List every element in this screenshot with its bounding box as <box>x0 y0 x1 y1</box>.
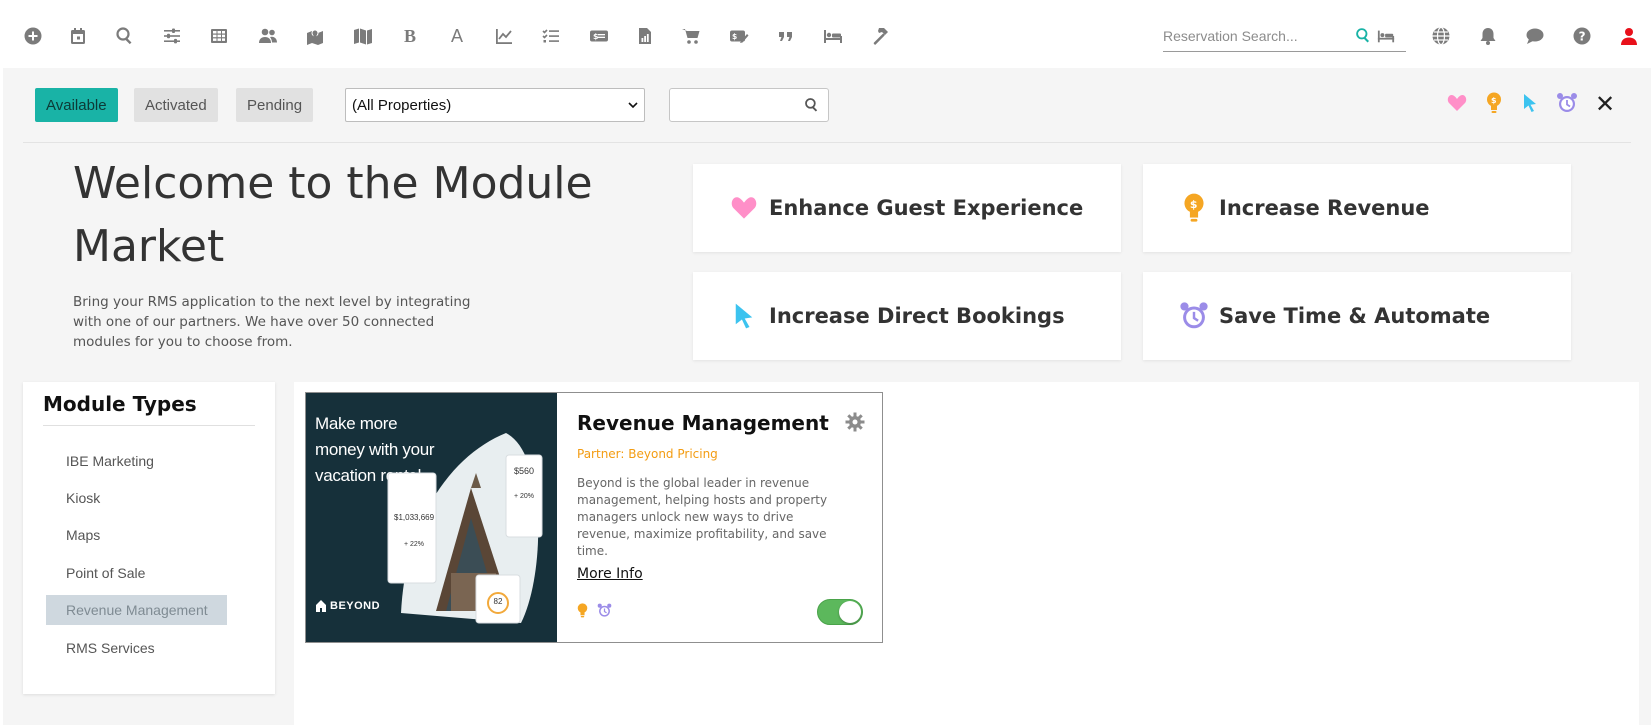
category-label: Increase Revenue <box>1219 196 1430 220</box>
sliders-icon[interactable] <box>160 24 184 48</box>
user-icon[interactable] <box>1617 24 1641 48</box>
chat-icon[interactable] <box>1523 24 1547 48</box>
lightbulb-icon: $ <box>1179 193 1209 223</box>
pointer-icon <box>729 301 759 331</box>
svg-text:?: ? <box>1579 30 1586 44</box>
heart-icon <box>729 193 759 223</box>
category-label: Increase Direct Bookings <box>769 304 1065 328</box>
bold-icon[interactable]: B <box>398 24 422 48</box>
welcome-description: Bring your RMS application to the next l… <box>73 294 471 350</box>
pointer-icon[interactable] <box>1518 91 1542 115</box>
payment-icon[interactable]: $ <box>727 24 751 48</box>
toggle-knob <box>839 601 861 623</box>
module-type-point-of-sale[interactable]: Point of Sale <box>46 558 227 588</box>
module-types-panel: Module Types IBE Marketing Kiosk Maps Po… <box>23 382 275 694</box>
property-select-value: (All Properties) <box>352 96 452 114</box>
beyond-logo-text: BEYOND <box>330 600 381 612</box>
module-partner: Partner: Beyond Pricing <box>577 447 718 461</box>
category-card-increase-revenue[interactable]: $ Increase Revenue <box>1143 164 1571 252</box>
divider <box>43 425 255 426</box>
module-enabled-toggle[interactable] <box>817 599 863 625</box>
close-button[interactable]: ✕ <box>1595 90 1615 118</box>
quote-icon[interactable] <box>774 24 798 48</box>
module-type-maps[interactable]: Maps <box>46 520 227 550</box>
chevron-down-icon <box>628 97 638 114</box>
font-icon[interactable]: A <box>445 24 469 48</box>
filter-bar: Available Activated Pending (All Propert… <box>23 68 1631 143</box>
cart-icon[interactable] <box>679 24 703 48</box>
stat-total-revenue: $1,033,669 <box>394 513 435 522</box>
bell-icon[interactable] <box>1476 24 1500 48</box>
reservation-search <box>1163 24 1406 52</box>
file-invoice-icon[interactable] <box>633 24 657 48</box>
module-description: Beyond is the global leader in revenue m… <box>577 476 828 558</box>
module-type-kiosk[interactable]: Kiosk <box>46 483 227 513</box>
users-icon[interactable] <box>256 24 280 48</box>
stat-avg-daily-rate: $560 <box>513 466 535 476</box>
module-type-ibe-marketing[interactable]: IBE Marketing <box>46 446 227 476</box>
heart-icon[interactable] <box>1445 91 1469 115</box>
stat-portfolio-score: 82 <box>493 597 503 606</box>
lightbulb-icon <box>577 603 588 622</box>
bed-icon[interactable] <box>821 24 845 48</box>
alarm-clock-icon <box>1179 301 1209 331</box>
svg-text:$: $ <box>1190 198 1198 211</box>
bed-icon[interactable] <box>1377 27 1395 49</box>
category-card-save-time[interactable]: Save Time & Automate <box>1143 272 1571 360</box>
svg-text:$: $ <box>732 32 737 41</box>
alarm-clock-icon[interactable] <box>1555 91 1579 115</box>
stat-change-2: + 20% <box>513 493 535 500</box>
help-icon[interactable]: ? <box>1570 24 1594 48</box>
tab-available[interactable]: Available <box>35 88 118 122</box>
grid-icon[interactable] <box>207 24 231 48</box>
calendar-icon[interactable] <box>66 24 90 48</box>
search-icon[interactable] <box>804 97 820 117</box>
module-market-page: Available Activated Pending (All Propert… <box>3 68 1651 725</box>
module-search[interactable] <box>669 88 829 122</box>
search-icon[interactable] <box>113 24 137 48</box>
money-bill-icon[interactable]: $ <box>587 24 611 48</box>
module-list: Make more money with your vacation renta… <box>294 382 1639 725</box>
svg-text:$: $ <box>1491 96 1497 105</box>
tab-pending[interactable]: Pending <box>236 88 314 122</box>
add-icon[interactable] <box>21 24 45 48</box>
category-label: Save Time & Automate <box>1219 304 1491 328</box>
module-type-revenue-management[interactable]: Revenue Management <box>46 595 227 625</box>
category-label: Enhance Guest Experience <box>769 196 1084 220</box>
beyond-logo: BEYOND <box>315 599 380 613</box>
stat-change-1: + 22% <box>403 541 425 548</box>
more-info-link[interactable]: More Info <box>577 566 643 582</box>
page-title: Welcome to the Module Market <box>73 158 593 272</box>
tasks-icon[interactable] <box>539 24 563 48</box>
map-icon[interactable] <box>351 24 375 48</box>
module-image: Make more money with your vacation renta… <box>306 393 557 642</box>
module-type-rms-services[interactable]: RMS Services <box>46 633 227 663</box>
category-card-guest-experience[interactable]: Enhance Guest Experience <box>693 164 1121 252</box>
hammer-icon[interactable] <box>868 24 892 48</box>
gear-icon[interactable] <box>845 412 865 436</box>
module-title: Revenue Management <box>577 411 829 435</box>
module-types-title: Module Types <box>43 392 197 416</box>
alarm-clock-icon <box>597 603 612 622</box>
search-icon[interactable] <box>1355 27 1372 48</box>
property-select[interactable]: (All Properties) <box>345 88 645 122</box>
module-card: Make more money with your vacation renta… <box>305 392 883 643</box>
lightbulb-icon[interactable]: $ <box>1482 91 1506 115</box>
top-toolbar: B A $ $ ? <box>0 0 1651 68</box>
map-pin-icon[interactable] <box>303 24 327 48</box>
reservation-search-input[interactable] <box>1163 24 1353 48</box>
tab-activated[interactable]: Activated <box>134 88 218 122</box>
category-card-direct-bookings[interactable]: Increase Direct Bookings <box>693 272 1121 360</box>
chart-line-icon[interactable] <box>492 24 516 48</box>
globe-icon[interactable] <box>1429 24 1453 48</box>
